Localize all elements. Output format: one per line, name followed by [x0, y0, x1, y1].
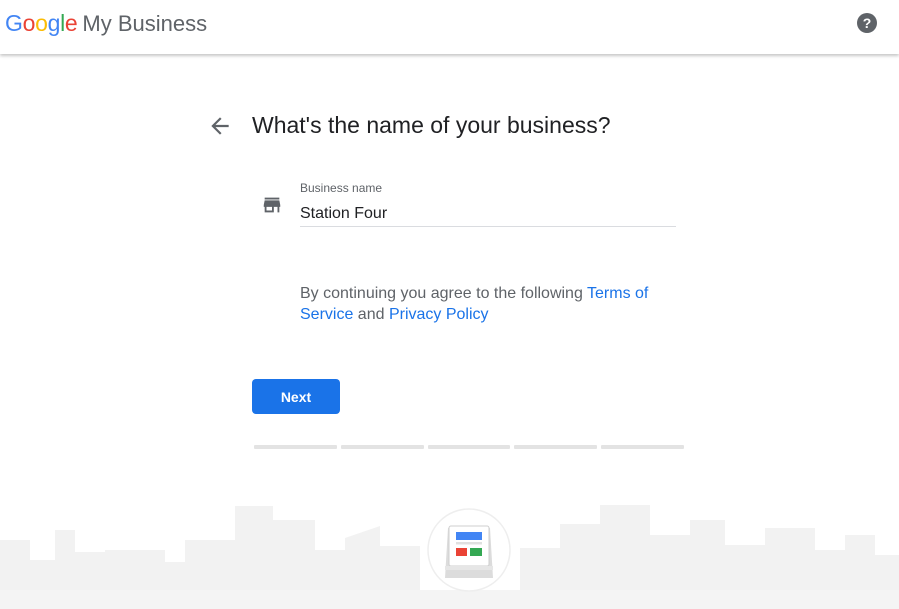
- google-logo: Google: [5, 9, 78, 37]
- storefront-icon: [263, 197, 281, 213]
- progress-step: [254, 445, 337, 449]
- progress-step: [601, 445, 684, 449]
- help-icon[interactable]: ?: [857, 13, 877, 33]
- business-name-input[interactable]: [300, 202, 676, 227]
- step-progress-bar: [254, 445, 684, 449]
- terms-prefix: By continuing you agree to the following: [300, 285, 588, 302]
- logo-letter: o: [35, 10, 48, 36]
- terms-notice: By continuing you agree to the following…: [300, 283, 670, 325]
- product-name: My Business: [82, 11, 208, 36]
- logo-letter: e: [64, 10, 78, 36]
- privacy-policy-link[interactable]: Privacy Policy: [389, 306, 489, 323]
- terms-conjunction: and: [353, 306, 389, 323]
- progress-step: [340, 445, 424, 449]
- logo-letter: g: [47, 10, 61, 36]
- storefront-sign-illustration: [427, 508, 511, 592]
- page-title: What's the name of your business?: [252, 112, 611, 138]
- next-button[interactable]: Next: [252, 379, 340, 414]
- app-header: Google My Business ?: [0, 0, 899, 54]
- progress-step: [427, 445, 511, 449]
- logo-letter: G: [5, 10, 23, 36]
- arrow-back-icon[interactable]: [207, 113, 233, 139]
- logo-letter: o: [22, 10, 36, 36]
- progress-step: [514, 445, 598, 449]
- business-name-label: Business name: [300, 181, 383, 195]
- brand[interactable]: Google My Business: [5, 9, 207, 37]
